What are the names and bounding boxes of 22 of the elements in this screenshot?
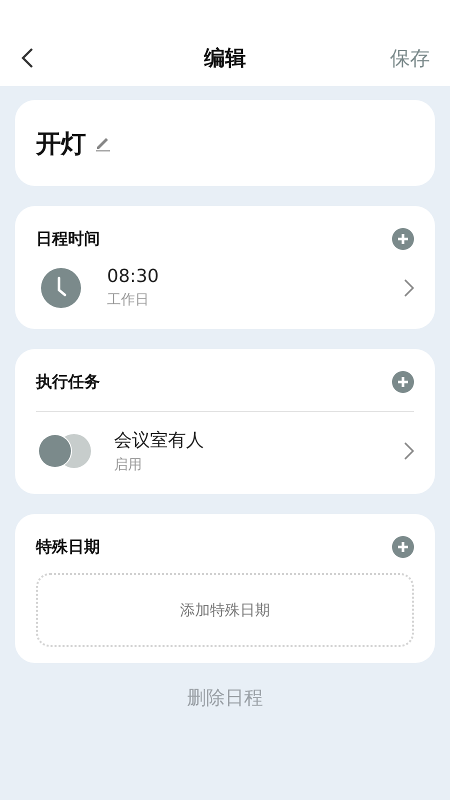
chevron-icon (404, 442, 414, 460)
item-title: 08:30 (107, 266, 160, 287)
item-title: 会议室有人 (114, 429, 205, 452)
save-button[interactable]: 保存 (390, 44, 430, 72)
item-subtitle: 工作日 (107, 291, 150, 309)
schedule-name: 开灯 (36, 128, 86, 160)
add-date-button[interactable]: 添加特殊日期 (36, 573, 414, 647)
page-title: 编辑 (204, 45, 246, 72)
back-icon (20, 47, 34, 69)
list-item[interactable]: 08:30 工作日 (36, 250, 414, 313)
list-item[interactable]: 会议室有人 启用 (36, 412, 414, 478)
clock-icon (41, 268, 81, 308)
item-subtitle: 启用 (114, 456, 143, 474)
section-title: 特殊日期 (36, 536, 100, 558)
section-title: 日程时间 (36, 228, 100, 250)
chevron-icon (404, 278, 414, 296)
add-icon[interactable] (392, 371, 414, 393)
delete-button[interactable]: 删除日程 (187, 685, 263, 711)
toggle-icon (38, 434, 92, 468)
add-icon[interactable] (392, 536, 414, 558)
section-title: 执行任务 (36, 372, 100, 392)
add-icon[interactable] (392, 228, 414, 250)
